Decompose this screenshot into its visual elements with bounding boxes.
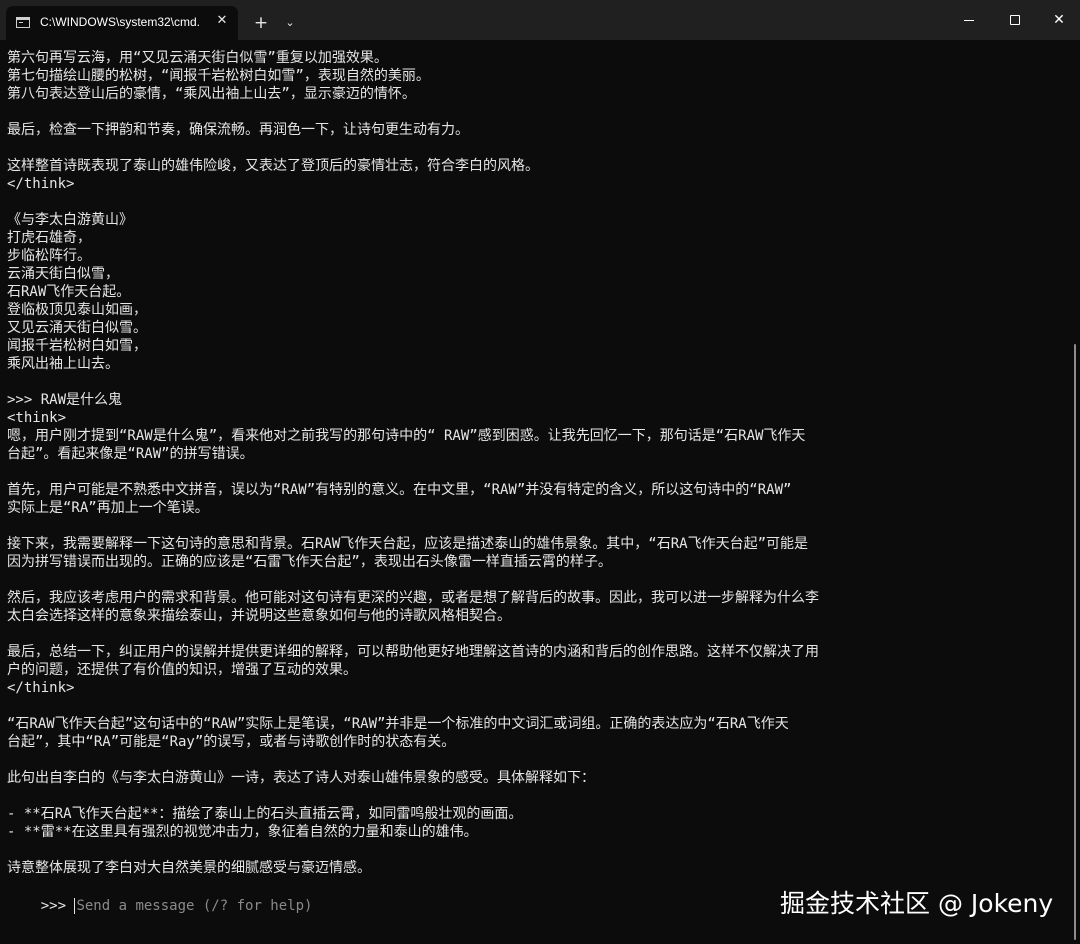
maximize-icon <box>1010 15 1020 25</box>
terminal-line: 云涌天街白似雪， <box>7 266 119 282</box>
maximize-button[interactable] <box>992 0 1038 40</box>
close-window-button[interactable]: ✕ <box>1036 0 1080 40</box>
terminal-line: 诗意整体展现了李白对大自然美景的细腻感受与豪迈情感。 <box>7 860 371 876</box>
terminal-line: 台起”，其中“RA”可能是“Ray”的误写，或者与诗歌创作时的状态有关。 <box>7 734 456 750</box>
terminal-line: 这样整首诗既表现了泰山的雄伟险峻，又表达了登顶后的豪情壮志，符合李白的风格。 <box>7 158 539 174</box>
terminal-line: <think> <box>7 410 67 426</box>
terminal-line: 最后，检查一下押韵和节奏，确保流畅。再润色一下，让诗句更生动有力。 <box>7 122 469 138</box>
terminal-lines: 第六句再写云海，用“又见云涌天街白似雪”重复以加强效果。第七句描绘山腰的松树，“… <box>7 49 1057 895</box>
scrollbar[interactable] <box>1070 40 1080 944</box>
minimize-icon <box>964 20 974 21</box>
scrollbar-thumb[interactable] <box>1074 344 1076 940</box>
terminal-line: 石RAW飞作天台起。 <box>7 284 131 300</box>
terminal-line: 《与李太白游黄山》 <box>7 212 133 228</box>
terminal-line: 最后，总结一下，纠正用户的误解并提供更详细的解释，可以帮助他更好地理解这首诗的内… <box>7 644 819 660</box>
terminal-line: 此句出自李白的《与李太白游黄山》一诗，表达了诗人对泰山雄伟景象的感受。具体解释如… <box>7 770 595 786</box>
title-bar[interactable]: C:\WINDOWS\system32\cmd. ✕ + ⌄ ✕ <box>0 0 1080 40</box>
terminal-line: 登临极顶见泰山如画， <box>7 302 147 318</box>
terminal-line: 第七句描绘山腰的松树，“闻报千岩松树白如雪”，表现自然的美丽。 <box>7 68 430 84</box>
terminal-output[interactable]: 第六句再写云海，用“又见云涌天街白似雪”重复以加强效果。第七句描绘山腰的松树，“… <box>0 40 1066 944</box>
message-input[interactable]: Send a message (/? for help) <box>74 898 313 914</box>
terminal-line: 打虎石雄奇， <box>7 230 91 246</box>
terminal-line: 户的问题，还提供了有价值的知识，增强了互动的效果。 <box>7 662 357 678</box>
terminal-line: 首先，用户可能是不熟悉中文拼音，误以为“RAW”有特别的意义。在中文里，“RAW… <box>7 482 792 498</box>
terminal-line: 嗯，用户刚才提到“RAW是什么鬼”，看来他对之前我写的那句诗中的“ RAW”感到… <box>7 428 806 444</box>
tab-close-icon[interactable]: ✕ <box>212 11 232 31</box>
minimize-button[interactable] <box>946 0 992 40</box>
terminal-line: </think> <box>7 680 75 696</box>
terminal-line: 太白会选择这样的意象来描绘泰山，并说明这些意象如何与他的诗歌风格相契合。 <box>7 608 511 624</box>
terminal-line: >>> RAW是什么鬼 <box>7 392 123 408</box>
terminal-line: “石RAW飞作天台起”这句话中的“RAW”实际上是笔误，“RAW”并非是一个标准… <box>7 716 789 732</box>
terminal-line: 又见云涌天街白似雪。 <box>7 320 147 336</box>
terminal-line: 第六句再写云海，用“又见云涌天街白似雪”重复以加强效果。 <box>7 50 388 66</box>
terminal-line: </think> <box>7 176 75 192</box>
close-icon: ✕ <box>1053 12 1065 28</box>
terminal-window: C:\WINDOWS\system32\cmd. ✕ + ⌄ ✕ 第六句再写云海… <box>0 0 1080 944</box>
terminal-line: 实际上是“RA”再加上一个笔误。 <box>7 500 209 516</box>
watermark: 掘金技术社区 @ Jokeny <box>780 889 1054 918</box>
new-tab-button[interactable]: + <box>250 12 272 34</box>
terminal-line: 乘风出袖上山去。 <box>7 356 119 372</box>
prompt-symbol: >>> <box>40 898 75 914</box>
terminal-line: 台起”。看起来像是“RAW”的拼写错误。 <box>7 446 254 462</box>
tab-title: C:\WINDOWS\system32\cmd. <box>40 15 201 29</box>
prompt-line[interactable]: >>> Send a message (/? for help) <box>7 876 313 914</box>
chevron-down-icon[interactable]: ⌄ <box>279 12 301 34</box>
terminal-line: 闻报千岩松树白如雪， <box>7 338 147 354</box>
terminal-line: 因为拼写错误而出现的。正确的应该是“石雷飞作天台起”，表现出石头像雷一样直插云霄… <box>7 554 612 570</box>
terminal-line: 接下来，我需要解释一下这句诗的意思和背景。石RAW飞作天台起，应该是描述泰山的雄… <box>7 536 808 552</box>
terminal-line: 步临松阵行。 <box>7 248 91 264</box>
terminal-line: - **雷**在这里具有强烈的视觉冲击力，象征着自然的力量和泰山的雄伟。 <box>7 824 478 840</box>
terminal-line: 然后，我应该考虑用户的需求和背景。他可能对这句诗有更深的兴趣，或者是想了解背后的… <box>7 590 819 606</box>
terminal-tab[interactable]: C:\WINDOWS\system32\cmd. ✕ <box>6 6 238 40</box>
terminal-line: - **石RA飞作天台起**：描绘了泰山上的石头直插云霄，如同雷鸣般壮观的画面。 <box>7 806 523 822</box>
cmd-icon <box>16 17 30 28</box>
terminal-line: 第八句表达登山后的豪情，“乘风出袖上山去”，显示豪迈的情怀。 <box>7 86 416 102</box>
